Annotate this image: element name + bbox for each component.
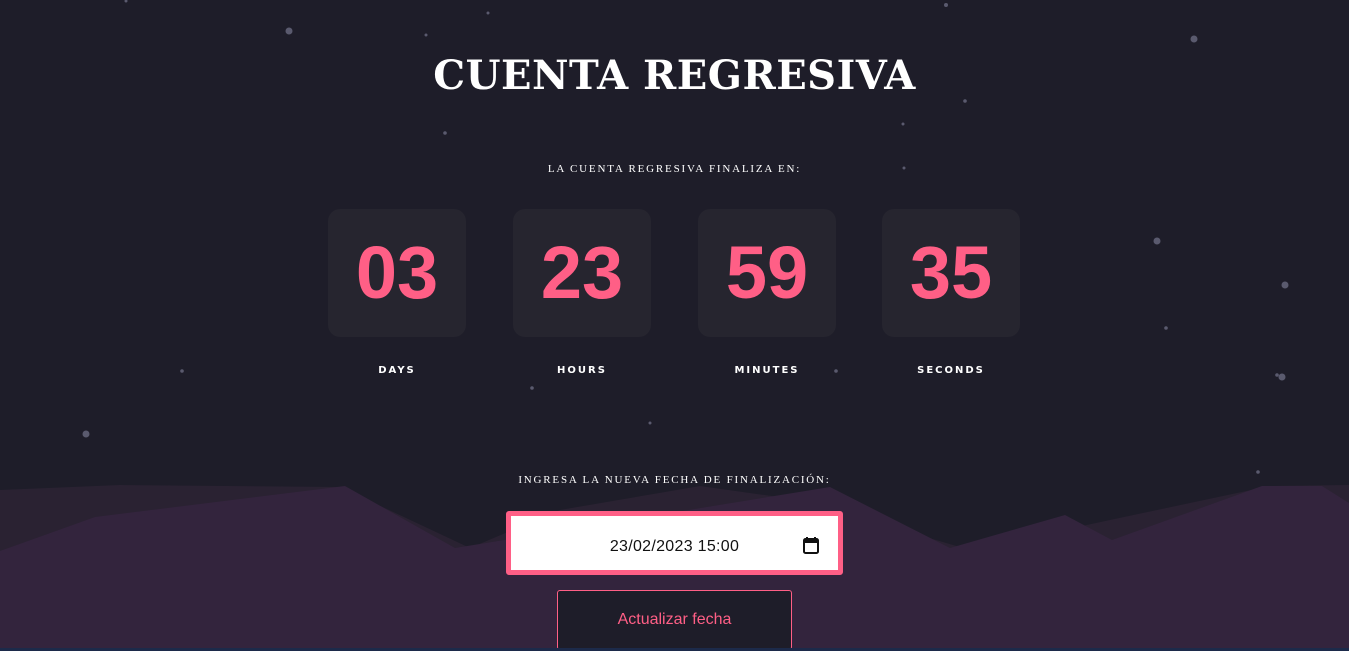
calendar-icon[interactable] <box>803 537 819 554</box>
hours-label: HOURS <box>557 365 607 376</box>
hours-card: 23 <box>513 209 651 337</box>
hours-value: 23 <box>540 231 624 314</box>
minutes-card: 59 <box>698 209 836 337</box>
days-label: DAYS <box>378 365 416 376</box>
end-date-input[interactable]: 23/02/2023 15:00 <box>506 511 843 575</box>
seconds-label: SECONDS <box>917 365 985 376</box>
end-date-value[interactable]: 23/02/2023 15:00 <box>511 538 838 556</box>
seconds-card: 35 <box>882 209 1020 337</box>
update-date-button[interactable]: Actualizar fecha <box>557 590 792 650</box>
page-title: CUENTA REGRESIVA <box>433 52 916 99</box>
days-value: 03 <box>355 231 439 314</box>
days-card: 03 <box>328 209 466 337</box>
minutes-label: MINUTES <box>734 365 800 376</box>
countdown-page: CUENTA REGRESIVA LA CUENTA REGRESIVA FIN… <box>0 0 1349 651</box>
seconds-value: 35 <box>909 231 993 314</box>
countdown-subtitle: LA CUENTA REGRESIVA FINALIZA EN: <box>547 163 802 175</box>
new-date-label: INGRESA LA NUEVA FECHA DE FINALIZACIÓN: <box>518 474 831 486</box>
minutes-value: 59 <box>725 231 809 314</box>
